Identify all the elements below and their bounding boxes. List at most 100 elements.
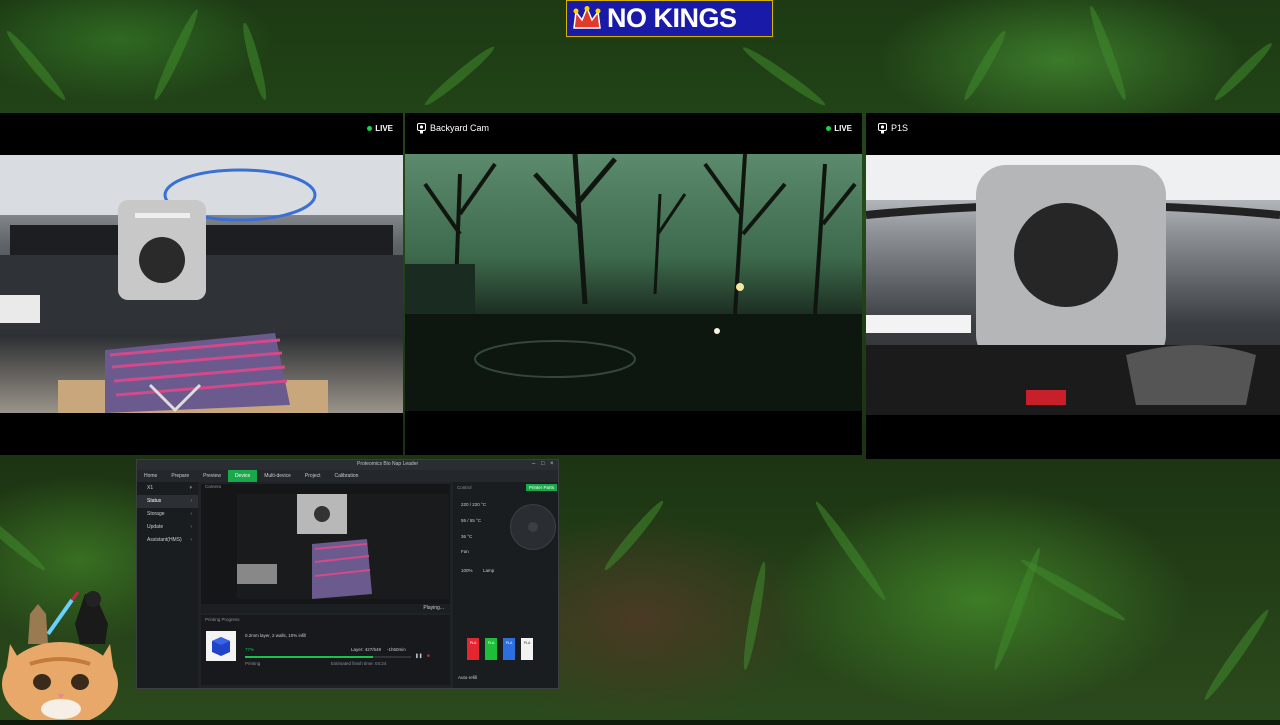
minimize-icon[interactable]: – (532, 461, 535, 467)
layer-count: Layer: 427/548 (351, 647, 382, 652)
sidebar-item-status[interactable]: Status › (137, 495, 198, 508)
fan-speed[interactable]: 100% (461, 568, 473, 573)
fan-label: Fan (461, 549, 469, 554)
sidebar-item-storage[interactable]: Storage › (137, 508, 198, 521)
no-kings-logo: NO KINGS (566, 0, 773, 37)
printing-progress-header: Printing Progress (205, 617, 240, 622)
printer-parts-button[interactable]: Printer Parts (525, 484, 557, 491)
live-indicator: LIVE (826, 124, 852, 133)
filament-slot-3[interactable]: PLA (503, 638, 515, 660)
progress-bar-fill (245, 656, 373, 658)
progress-bar (245, 656, 411, 658)
progress-percent: 77% (245, 647, 255, 652)
auto-refill-label[interactable]: Auto-refill (458, 675, 477, 680)
leaf-shape (740, 560, 770, 671)
camera-header: Backyard Cam (405, 113, 862, 143)
camera-pane: Camera (201, 484, 450, 604)
leaf-shape (1200, 607, 1273, 703)
camera-header: P1S (866, 113, 1280, 143)
tab-multi-device[interactable]: Multi-device (257, 470, 298, 482)
printing-progress-panel: Printing Progress 0.2mm layer, 2 walls, … (201, 615, 450, 685)
job-name: 0.2mm layer, 2 walls, 10% infill (245, 633, 307, 638)
leaf-shape (3, 27, 69, 104)
filament-label: PLA (487, 641, 495, 645)
time-remaining: -1h50min (387, 647, 406, 652)
tab-prepare[interactable]: Prepare (164, 470, 196, 482)
bambu-studio-window: Proteomics Bio Nap Leader – □ × Home Pre… (136, 459, 559, 689)
tab-preview[interactable]: Preview (196, 470, 228, 482)
camera-panel-backyard: Backyard Cam LIVE (405, 113, 862, 455)
leaf-shape (960, 28, 1010, 103)
axis-joystick[interactable] (510, 504, 556, 550)
pause-icon[interactable]: ❚❚ (415, 653, 423, 659)
close-icon[interactable]: × (550, 461, 554, 467)
live-indicator: LIVE (367, 124, 393, 133)
printer-selector[interactable]: X1 ▾ (137, 482, 198, 495)
leaf-shape (421, 43, 498, 109)
leaf-shape (1018, 555, 1128, 625)
leaf-shape (0, 501, 49, 574)
sidebar-item-assistant[interactable]: Assistant(HMS) › (137, 534, 198, 547)
camera-panel-printer: LIVE (0, 113, 403, 455)
device-sidebar: X1 ▾ Status › Storage › Update › Assistant(H… (137, 482, 198, 688)
sidebar-item-label: Update (147, 524, 164, 530)
chevron-right-icon: › (190, 524, 192, 530)
camera-feed-p1s[interactable] (866, 155, 1280, 415)
leaf-shape (239, 21, 270, 102)
printer-camera-video[interactable] (237, 494, 449, 599)
camera-header: Camera (205, 484, 222, 489)
filament-label: PLA (505, 641, 513, 645)
window-titlebar: Proteomics Bio Nap Leader – □ × (137, 460, 558, 470)
live-dot-icon (826, 126, 832, 131)
main-tabs: Home Prepare Preview Device Multi-device… (137, 470, 558, 482)
camera-feed-backyard[interactable] (405, 154, 862, 411)
live-label: LIVE (834, 124, 852, 133)
sidebar-item-label: Status (147, 498, 162, 504)
maximize-icon[interactable]: □ (541, 461, 545, 467)
sidebar-item-label: Assistant(HMS) (147, 537, 182, 543)
camera-panel-p1s: P1S (866, 113, 1280, 459)
leaf-shape (601, 497, 667, 574)
filament-label: PLA (469, 641, 477, 645)
leaf-shape (740, 43, 828, 110)
logo-text: NO KINGS (607, 3, 737, 33)
bed-temp[interactable]: 55 / 55 °C (461, 518, 481, 523)
filament-label: PLA (523, 641, 531, 645)
camera-icon (878, 122, 887, 133)
printer-name: X1 (147, 485, 154, 491)
stop-icon[interactable]: ■ (427, 653, 430, 658)
camera-feed-printer[interactable] (0, 155, 403, 413)
tab-calibration[interactable]: Calibration (327, 470, 365, 482)
finish-time: Estimated finish time: 04:24 (331, 661, 387, 666)
chamber-temp: 36 °C (461, 534, 473, 539)
tab-home[interactable]: Home (137, 470, 164, 482)
camera-icon (417, 122, 426, 133)
lamp-toggle[interactable]: Lamp (483, 568, 494, 573)
leaf-shape (1086, 4, 1130, 102)
filament-slot-1[interactable]: PLA (467, 638, 479, 660)
video-controls: Playing... (201, 604, 450, 613)
chevron-right-icon: › (190, 511, 192, 517)
nozzle-temp[interactable]: 220 / 220 °C (461, 502, 486, 507)
leaf-shape (812, 498, 890, 603)
control-header: Control (457, 485, 472, 490)
leaf-shape (1211, 39, 1276, 104)
control-panel: Control Printer Parts 220 / 220 °C 55 / … (453, 482, 558, 688)
filament-slot-4[interactable]: PLA (521, 638, 533, 660)
playing-status: Playing... (423, 605, 444, 611)
cat-sticker (0, 584, 128, 725)
chevron-right-icon: › (190, 498, 192, 504)
tab-device[interactable]: Device (227, 470, 258, 482)
print-status: Printing (245, 661, 261, 666)
crown-icon (567, 2, 607, 36)
chevron-right-icon: › (190, 537, 192, 543)
tab-project[interactable]: Project (298, 470, 328, 482)
home-button[interactable] (528, 522, 538, 532)
model-thumbnail (206, 631, 236, 661)
camera-name: Backyard Cam (430, 123, 490, 133)
live-label: LIVE (375, 124, 393, 133)
chevron-down-icon: ▾ (189, 485, 192, 491)
sidebar-item-update[interactable]: Update › (137, 521, 198, 534)
leaf-shape (150, 7, 202, 103)
filament-slot-2[interactable]: PLA (485, 638, 497, 660)
